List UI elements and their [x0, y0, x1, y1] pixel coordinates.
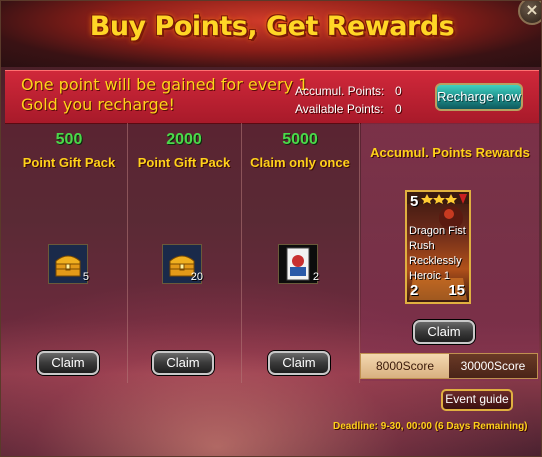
- item-count: 20: [190, 271, 203, 283]
- available-points-value: 0: [395, 102, 402, 116]
- card-bottom-left-value: 2: [410, 282, 419, 299]
- pack-label: Claim only once: [250, 155, 350, 170]
- claim-button-5000[interactable]: Claim: [268, 351, 330, 375]
- claim-rewards-button[interactable]: Claim: [413, 320, 475, 344]
- gold-chest-icon[interactable]: 5: [48, 244, 89, 284]
- pack-label: Point Gift Pack: [22, 155, 116, 170]
- score-tabs: 8000Score 30000Score: [360, 353, 538, 379]
- title-bar: Buy Points, Get Rewards: [1, 1, 541, 67]
- available-points-stat: Available Points: 0: [295, 102, 402, 116]
- accumul-points-value: 0: [395, 84, 402, 98]
- info-banner: One point will be gained for every 1 Gol…: [5, 70, 539, 124]
- gold-chest-icon[interactable]: 20: [162, 244, 203, 284]
- pack-points: 500: [55, 131, 83, 148]
- hero-card[interactable]: 5 Dragon Fist Rush Recklessly Heroic 1 2…: [405, 190, 471, 304]
- available-points-label: Available Points:: [295, 102, 384, 116]
- rewards-title: Accumul. Points Rewards: [370, 145, 530, 160]
- close-icon[interactable]: ×: [518, 1, 541, 25]
- event-guide-button[interactable]: Event guide: [441, 389, 513, 411]
- pack-points: 2000: [166, 131, 202, 148]
- tab-8000score[interactable]: 8000Score: [361, 354, 449, 378]
- claim-button-2000[interactable]: Claim: [152, 351, 214, 375]
- card-top-left-value: 5: [410, 193, 419, 210]
- card-bottom-right-value: 15: [448, 282, 465, 299]
- accumul-points-stat: Accumul. Points: 0: [295, 84, 402, 98]
- banner-text: One point will be gained for every 1 Gol…: [21, 75, 309, 114]
- pack-points: 5000: [282, 131, 318, 148]
- recharge-now-button[interactable]: Recharge now: [435, 83, 523, 111]
- item-count: 2: [312, 271, 319, 283]
- deadline-text: Deadline: 9-30, 00:00 (6 Days Remaining): [333, 421, 528, 432]
- card-name: Dragon Fist Rush Recklessly Heroic 1: [409, 225, 466, 282]
- claim-button-500[interactable]: Claim: [37, 351, 99, 375]
- tab-30000score[interactable]: 30000Score: [449, 354, 537, 378]
- dialog: Buy Points, Get Rewards × One point will…: [0, 0, 542, 457]
- item-count: 5: [82, 271, 89, 283]
- pack-label: Point Gift Pack: [137, 155, 231, 170]
- accumul-points-label: Accumul. Points:: [295, 84, 385, 98]
- dialog-title: Buy Points, Get Rewards: [89, 11, 455, 42]
- hero-card-icon[interactable]: 2: [278, 244, 319, 284]
